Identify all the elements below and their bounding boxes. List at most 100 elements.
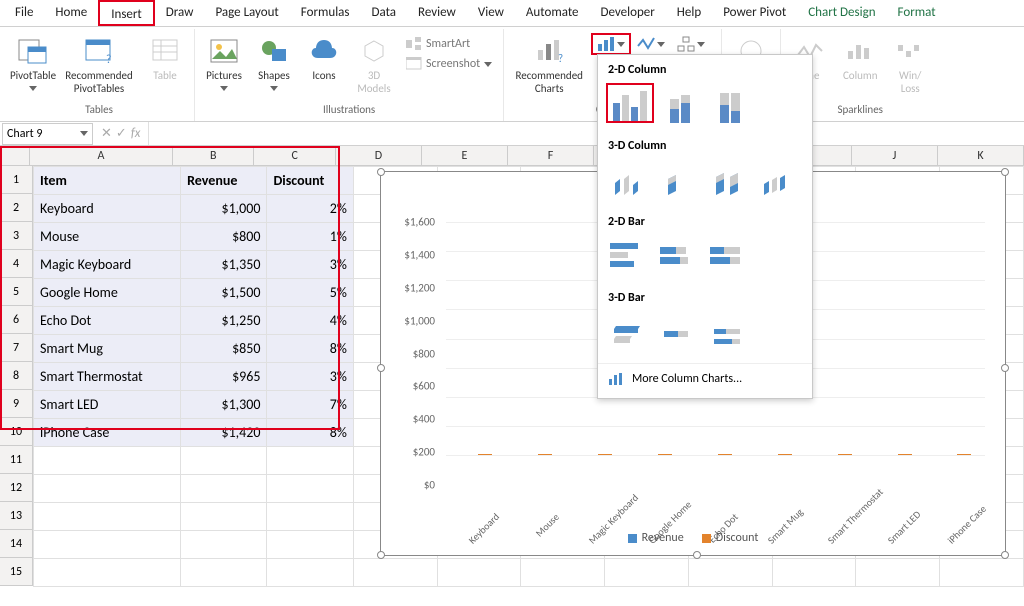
row-header-3[interactable]: 3 bbox=[0, 222, 33, 250]
sparkline-column-button[interactable]: Column bbox=[836, 31, 884, 99]
cell-J15[interactable] bbox=[856, 559, 940, 587]
cell-A13[interactable] bbox=[34, 503, 181, 531]
cell-K15[interactable] bbox=[940, 559, 1024, 587]
row-header-2[interactable]: 2 bbox=[0, 194, 33, 222]
cell-B5[interactable]: $1,500 bbox=[181, 279, 267, 307]
column-header-K[interactable]: K bbox=[938, 146, 1024, 166]
select-all-corner[interactable] bbox=[0, 146, 30, 166]
column-header-D[interactable]: D bbox=[336, 146, 422, 166]
cell-A11[interactable] bbox=[34, 447, 181, 475]
tab-home[interactable]: Home bbox=[44, 0, 98, 26]
hierarchy-chart-dropdown[interactable] bbox=[671, 33, 711, 55]
cell-A4[interactable]: Magic Keyboard bbox=[34, 251, 181, 279]
cell-C15[interactable] bbox=[267, 559, 353, 587]
shapes-button[interactable]: Shapes bbox=[250, 31, 298, 99]
worksheet[interactable]: ABCDEFGHIJK 123456789101112131415 ItemRe… bbox=[0, 146, 1024, 604]
3d-clustered-bar-thumb[interactable] bbox=[606, 311, 654, 351]
cell-C11[interactable] bbox=[267, 447, 353, 475]
fx-icon[interactable]: fx bbox=[131, 126, 141, 141]
cell-A9[interactable]: Smart LED bbox=[34, 391, 181, 419]
100pct-stacked-column-thumb[interactable] bbox=[706, 83, 754, 123]
tab-data[interactable]: Data bbox=[361, 0, 408, 26]
cell-C3[interactable]: 1% bbox=[267, 223, 353, 251]
cell-C8[interactable]: 3% bbox=[267, 363, 353, 391]
row-header-10[interactable]: 10 bbox=[0, 418, 33, 446]
row-header-4[interactable]: 4 bbox=[0, 250, 33, 278]
cell-E15[interactable] bbox=[437, 559, 521, 587]
icons-button[interactable]: Icons bbox=[300, 31, 348, 99]
cell-C7[interactable]: 8% bbox=[267, 335, 353, 363]
row-header-11[interactable]: 11 bbox=[0, 446, 33, 474]
tab-power-pivot[interactable]: Power Pivot bbox=[712, 0, 797, 26]
cell-F15[interactable] bbox=[521, 559, 605, 587]
screenshot-button[interactable]: Screenshot bbox=[400, 55, 498, 73]
cell-G15[interactable] bbox=[605, 559, 689, 587]
3d-100pct-stacked-bar-thumb[interactable] bbox=[706, 311, 754, 351]
cell-A1[interactable]: Item bbox=[34, 167, 181, 195]
tab-view[interactable]: View bbox=[467, 0, 515, 26]
tab-file[interactable]: File bbox=[4, 0, 44, 26]
smartart-button[interactable]: SmartArt bbox=[400, 35, 498, 53]
tab-formulas[interactable]: Formulas bbox=[290, 0, 361, 26]
cell-B14[interactable] bbox=[181, 531, 267, 559]
cell-A12[interactable] bbox=[34, 475, 181, 503]
row-header-7[interactable]: 7 bbox=[0, 334, 33, 362]
cell-C12[interactable] bbox=[267, 475, 353, 503]
cell-C1[interactable]: Discount bbox=[267, 167, 353, 195]
row-header-14[interactable]: 14 bbox=[0, 530, 33, 558]
tab-draw[interactable]: Draw bbox=[155, 0, 205, 26]
cell-C4[interactable]: 3% bbox=[267, 251, 353, 279]
cell-D15[interactable] bbox=[353, 559, 437, 587]
row-header-9[interactable]: 9 bbox=[0, 390, 33, 418]
cell-A2[interactable]: Keyboard bbox=[34, 195, 181, 223]
row-header-1[interactable]: 1 bbox=[0, 166, 33, 194]
tab-chart-design[interactable]: Chart Design bbox=[797, 0, 886, 26]
cell-A8[interactable]: Smart Thermostat bbox=[34, 363, 181, 391]
row-header-5[interactable]: 5 bbox=[0, 278, 33, 306]
column-header-B[interactable]: B bbox=[173, 146, 254, 166]
column-chart-dropdown[interactable] bbox=[591, 33, 631, 55]
3d-models-button[interactable]: 3D Models bbox=[350, 31, 398, 99]
cell-C6[interactable]: 4% bbox=[267, 307, 353, 335]
cell-B15[interactable] bbox=[181, 559, 267, 587]
3d-clustered-column-thumb[interactable] bbox=[606, 159, 654, 199]
sparkline-winloss-button[interactable]: Win/ Loss bbox=[886, 31, 934, 99]
stacked-column-thumb[interactable] bbox=[656, 83, 704, 123]
clustered-bar-thumb[interactable] bbox=[606, 235, 654, 275]
cell-C13[interactable] bbox=[267, 503, 353, 531]
cell-A6[interactable]: Echo Dot bbox=[34, 307, 181, 335]
cell-A14[interactable] bbox=[34, 531, 181, 559]
3d-column-thumb[interactable] bbox=[756, 159, 804, 199]
cell-A7[interactable]: Smart Mug bbox=[34, 335, 181, 363]
cell-B4[interactable]: $1,350 bbox=[181, 251, 267, 279]
tab-review[interactable]: Review bbox=[407, 0, 467, 26]
tab-page-layout[interactable]: Page Layout bbox=[204, 0, 289, 26]
cell-B3[interactable]: $800 bbox=[181, 223, 267, 251]
name-box[interactable]: Chart 9 bbox=[2, 123, 93, 145]
tab-help[interactable]: Help bbox=[666, 0, 712, 26]
pictures-button[interactable]: Pictures bbox=[200, 31, 248, 99]
table-button[interactable]: Table bbox=[141, 31, 189, 99]
cell-B7[interactable]: $850 bbox=[181, 335, 267, 363]
column-header-E[interactable]: E bbox=[422, 146, 508, 166]
cell-A15[interactable] bbox=[34, 559, 181, 587]
clustered-column-thumb[interactable] bbox=[606, 83, 654, 123]
enter-icon[interactable]: ✓ bbox=[116, 126, 127, 141]
recommended-charts-button[interactable]: ? Recommended Charts bbox=[509, 31, 589, 99]
row-header-12[interactable]: 12 bbox=[0, 474, 33, 502]
row-header-13[interactable]: 13 bbox=[0, 502, 33, 530]
tab-developer[interactable]: Developer bbox=[590, 0, 666, 26]
cell-H15[interactable] bbox=[688, 559, 772, 587]
cell-C5[interactable]: 5% bbox=[267, 279, 353, 307]
3d-stacked-bar-thumb[interactable] bbox=[656, 311, 704, 351]
cell-C10[interactable]: 8% bbox=[267, 419, 353, 447]
cell-C2[interactable]: 2% bbox=[267, 195, 353, 223]
cell-B13[interactable] bbox=[181, 503, 267, 531]
100pct-stacked-bar-thumb[interactable] bbox=[706, 235, 754, 275]
column-header-C[interactable]: C bbox=[254, 146, 335, 166]
cell-I15[interactable] bbox=[772, 559, 856, 587]
row-header-6[interactable]: 6 bbox=[0, 306, 33, 334]
formula-input[interactable] bbox=[148, 122, 1024, 145]
tab-insert[interactable]: Insert bbox=[98, 0, 155, 26]
3d-100pct-stacked-column-thumb[interactable] bbox=[706, 159, 754, 199]
